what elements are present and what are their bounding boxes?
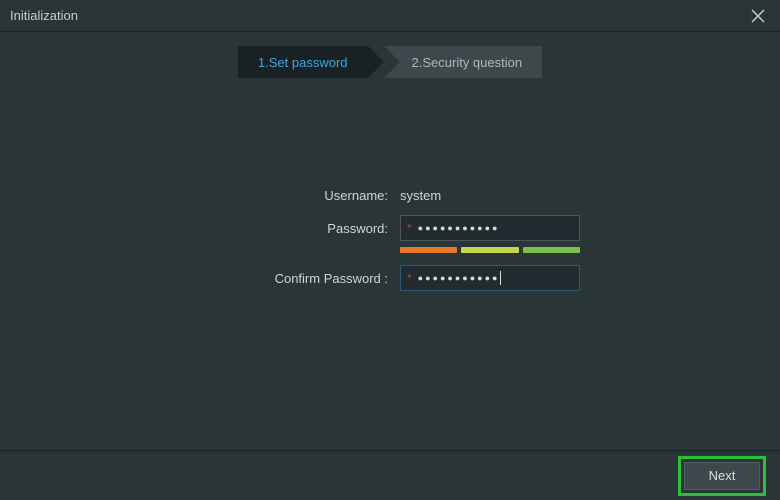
row-confirm-password: Confirm Password : * ●●●●●●●●●●● <box>200 265 580 291</box>
tab-security-question[interactable]: 2.Security question <box>384 46 543 78</box>
content-area: 1.Set password 2.Security question Usern… <box>0 46 780 464</box>
next-button-label: Next <box>709 468 736 483</box>
step-tabs: 1.Set password 2.Security question <box>0 46 780 78</box>
tab-set-password[interactable]: 1.Set password <box>238 46 368 78</box>
password-label: Password: <box>200 221 400 236</box>
row-username: Username: system <box>200 188 580 203</box>
strength-segment-medium <box>461 247 518 253</box>
password-masked-value: ●●●●●●●●●●● <box>418 223 500 233</box>
strength-segment-weak <box>400 247 457 253</box>
username-label: Username: <box>200 188 400 203</box>
text-caret-icon <box>500 271 501 285</box>
init-form: Username: system Password: * ●●●●●●●●●●●… <box>0 188 780 303</box>
close-icon <box>751 9 765 23</box>
username-value: system <box>400 188 580 203</box>
footer-bar: Next <box>0 450 780 500</box>
strength-segment-strong <box>523 247 580 253</box>
required-asterisk-icon: * <box>407 221 412 235</box>
next-button-highlight: Next <box>678 456 766 496</box>
required-asterisk-icon: * <box>407 271 412 285</box>
tab-label: 1.Set password <box>258 55 348 70</box>
confirm-password-label: Confirm Password : <box>200 271 400 286</box>
close-button[interactable] <box>746 4 770 28</box>
row-password: Password: * ●●●●●●●●●●● <box>200 215 580 241</box>
confirm-password-input[interactable]: * ●●●●●●●●●●● <box>400 265 580 291</box>
next-button[interactable]: Next <box>684 462 760 490</box>
password-strength-meter <box>400 247 580 255</box>
window-title: Initialization <box>10 8 78 23</box>
confirm-password-masked-value: ●●●●●●●●●●● <box>418 273 500 283</box>
title-bar: Initialization <box>0 0 780 32</box>
password-input[interactable]: * ●●●●●●●●●●● <box>400 215 580 241</box>
tab-label: 2.Security question <box>412 55 523 70</box>
